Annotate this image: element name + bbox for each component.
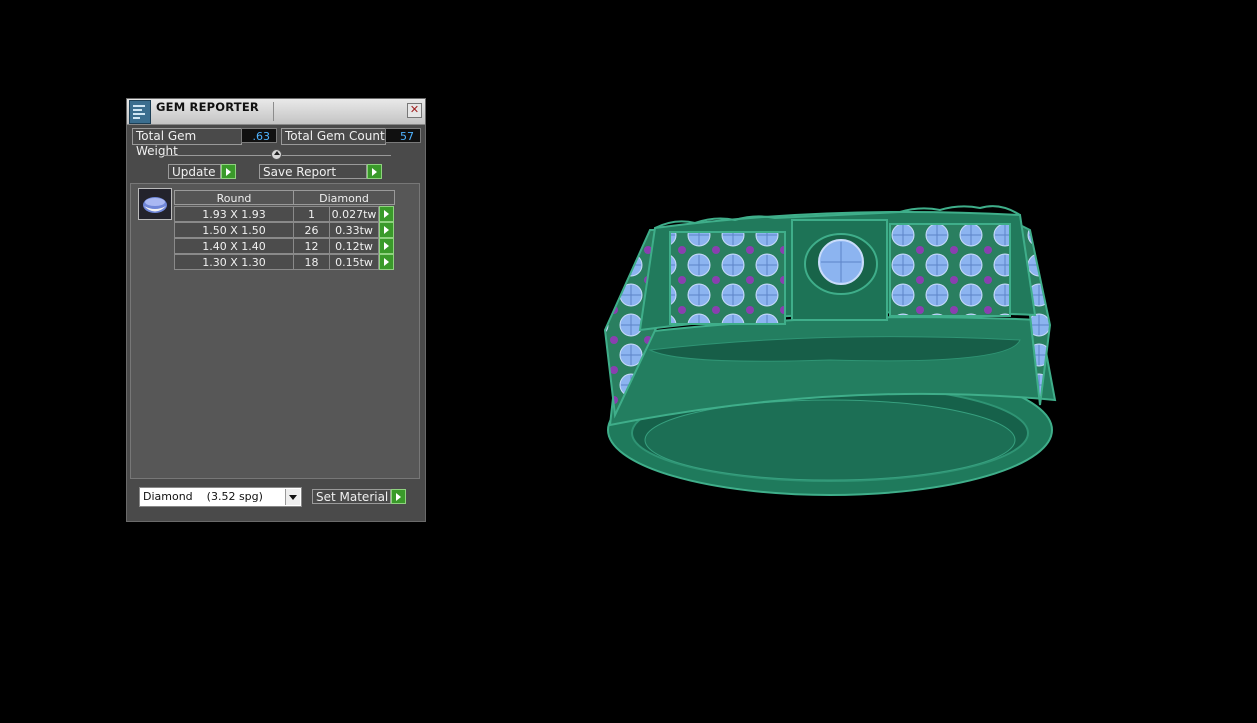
dropdown-arrow-icon[interactable] bbox=[285, 489, 300, 505]
set-material-go-icon[interactable] bbox=[391, 489, 406, 504]
row-size: 1.30 X 1.30 bbox=[174, 254, 294, 270]
save-report-button-label[interactable]: Save Report bbox=[259, 164, 367, 179]
row-select-icon[interactable] bbox=[379, 206, 394, 222]
save-report-go-icon[interactable] bbox=[367, 164, 382, 179]
row-weight: 0.027tw bbox=[329, 206, 379, 222]
table-header-material: Diamond bbox=[293, 190, 395, 205]
gem-list-area: Round Diamond 1.93 X 1.93 1 0.027tw 1.50… bbox=[130, 183, 420, 479]
row-select-icon[interactable] bbox=[379, 254, 394, 270]
window-title: GEM REPORTER bbox=[156, 100, 259, 114]
material-dropdown[interactable]: Diamond (3.52 spg) bbox=[139, 487, 302, 507]
set-material-button-label[interactable]: Set Material bbox=[312, 489, 391, 504]
row-weight: 0.15tw bbox=[329, 254, 379, 270]
total-gem-weight-value: .63 bbox=[241, 128, 277, 143]
row-select-icon[interactable] bbox=[379, 222, 394, 238]
update-go-icon[interactable] bbox=[221, 164, 236, 179]
total-gem-count-label: Total Gem Count bbox=[281, 128, 386, 145]
row-weight: 0.12tw bbox=[329, 238, 379, 254]
ring-3d-viewport[interactable] bbox=[580, 190, 1080, 520]
update-button-label[interactable]: Update bbox=[168, 164, 221, 179]
close-icon[interactable]: ✕ bbox=[407, 103, 422, 118]
row-size: 1.40 X 1.40 bbox=[174, 238, 294, 254]
row-select-icon[interactable] bbox=[379, 238, 394, 254]
collapse-arrow-icon[interactable] bbox=[271, 149, 282, 160]
gem-reporter-app-icon bbox=[129, 100, 151, 124]
total-gem-count-value: 57 bbox=[385, 128, 421, 143]
row-count: 18 bbox=[293, 254, 330, 270]
material-spg: (3.52 spg) bbox=[206, 490, 263, 503]
table-header-shape: Round bbox=[174, 190, 294, 205]
gem-reporter-panel: GEM REPORTER ✕ Total Gem Weight .63 Tota… bbox=[126, 98, 426, 522]
ring-model-render bbox=[603, 205, 1057, 496]
row-weight: 0.33tw bbox=[329, 222, 379, 238]
row-size: 1.93 X 1.93 bbox=[174, 206, 294, 222]
material-name: Diamond bbox=[143, 490, 193, 503]
title-bar[interactable]: GEM REPORTER ✕ bbox=[127, 99, 425, 125]
title-separator bbox=[273, 102, 274, 121]
round-gem-thumbnail-icon[interactable] bbox=[138, 188, 172, 220]
row-count: 26 bbox=[293, 222, 330, 238]
row-count: 12 bbox=[293, 238, 330, 254]
total-gem-weight-label: Total Gem Weight bbox=[132, 128, 242, 158]
row-size: 1.50 X 1.50 bbox=[174, 222, 294, 238]
row-count: 1 bbox=[293, 206, 330, 222]
